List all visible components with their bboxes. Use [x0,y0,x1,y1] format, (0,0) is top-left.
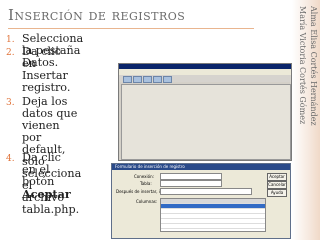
accept-button[interactable]: Aceptar [267,173,287,181]
step-text: Da clic en Insertar registro. [22,45,71,94]
toolbar-icon [123,76,132,83]
step-bold: Aceptar [22,187,71,201]
toolbar-icon [153,76,162,83]
toolbar-icon [133,76,142,83]
step-number: 2. [6,48,15,58]
toolbar [119,75,291,83]
step-line: Da clic en el botón [22,151,61,188]
table-select[interactable] [160,180,222,187]
connection-label: Conexión: [134,174,154,179]
toolbar-icon [143,76,152,83]
toolbar-icon [163,76,172,83]
table-row[interactable] [161,224,265,229]
document-panel [121,84,291,160]
title-divider [8,28,254,29]
slide-title: Inserción de registros [8,6,186,24]
table-label: Tabla: [140,181,152,186]
help-button[interactable]: Ayuda [267,189,287,197]
app-screenshot [118,63,292,161]
connection-select[interactable] [160,173,222,180]
author-line-2: Alma Elisa Cortés Hernández [309,6,318,126]
step-number: 1. [6,35,15,45]
step-line: Deja los datos que [22,95,78,120]
columns-table[interactable] [160,198,266,232]
redirect-field[interactable] [160,188,252,195]
cancel-button[interactable]: Cancelar [267,181,287,189]
insert-record-dialog: Formulario de inserción de registro Cone… [111,163,291,239]
author-line-1: María Victoria Cortés Gómez [298,6,307,125]
columns-label: Columnas: [136,199,158,204]
step-number: 4. [6,154,15,164]
author-sidebar: María Victoria Cortés Gómez Alma Elisa C… [292,0,320,240]
step-number: 3. [6,98,15,108]
dialog-title: Formulario de inserción de registro [112,164,290,170]
step-text: Da clic en el botón Aceptar [22,152,71,201]
